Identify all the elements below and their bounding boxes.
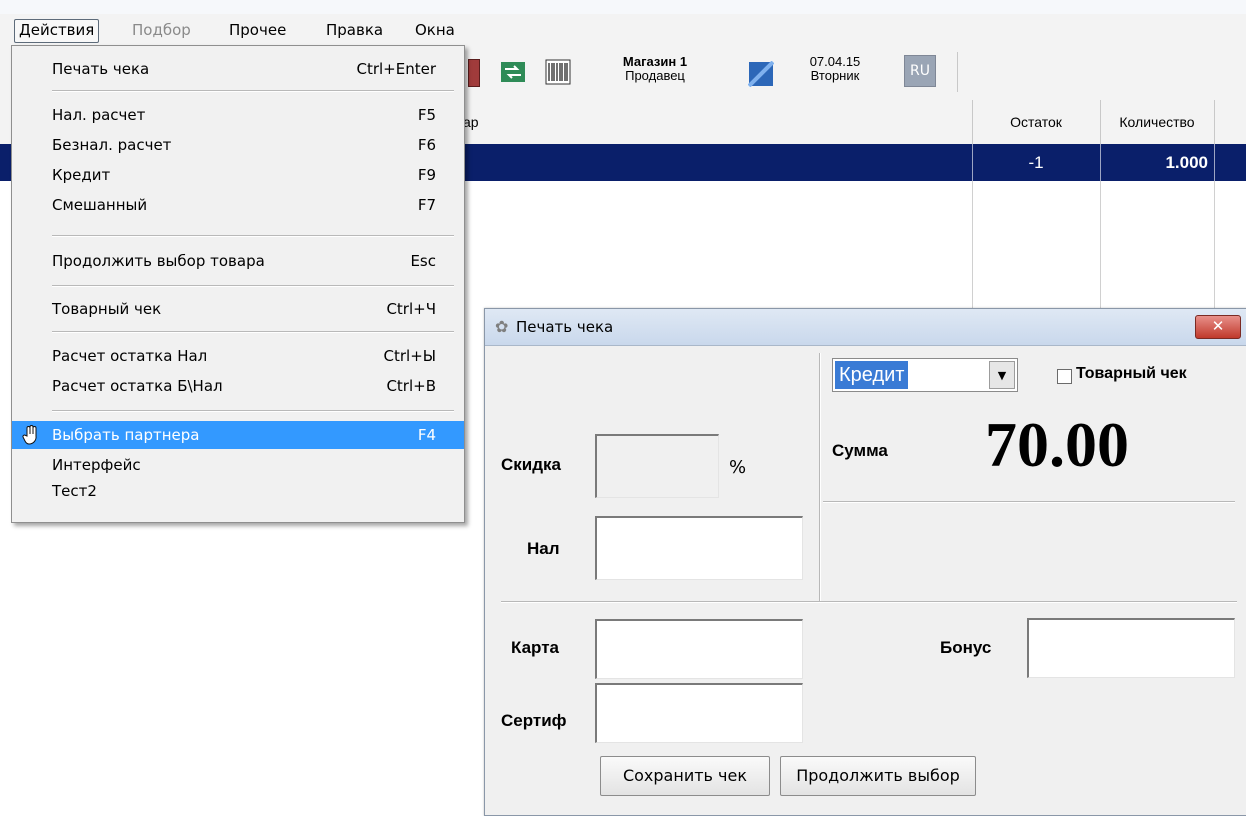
menu-item-label: Кредит [52, 166, 111, 184]
grid-line [1100, 181, 1101, 311]
discount-field[interactable] [595, 434, 719, 498]
menu-item-mixed[interactable]: Смешанный F7 [12, 191, 464, 219]
menu-item-interface[interactable]: Интерфейс [12, 451, 464, 479]
cash-label: Нал [527, 539, 560, 558]
toolbar-divider [957, 52, 958, 92]
menu-item-label: Печать чека [52, 60, 150, 78]
user-role: Продавец [625, 68, 685, 83]
menu-item-label: Интерфейс [52, 456, 141, 474]
barcode-icon[interactable] [545, 59, 571, 85]
report-icon[interactable] [468, 59, 480, 87]
menu-separator [52, 285, 454, 287]
menu-item-test2[interactable]: Тест2 [12, 477, 464, 505]
menu-item-credit[interactable]: Кредит F9 [12, 161, 464, 189]
hand-cursor-icon [20, 424, 42, 446]
save-receipt-button[interactable]: Сохранить чек [600, 756, 770, 796]
sum-value: 70.00 [985, 409, 1129, 480]
column-quantity[interactable]: Количество [1100, 100, 1215, 144]
menu-item-shortcut: Ctrl+Ы [383, 347, 437, 365]
menu-item-shortcut: F7 [417, 196, 436, 214]
sum-label: Сумма [832, 441, 888, 460]
menu-item-shortcut: Esc [410, 252, 436, 270]
menu-item-shortcut: F9 [417, 166, 436, 184]
row-divider [972, 144, 973, 181]
print-receipt-dialog: ✿ Печать чека ✕ Кредит ▼ Товарный чек Су… [484, 308, 1246, 816]
menu-selection[interactable]: Подбор [132, 19, 191, 41]
payment-type-value: Кредит [835, 361, 909, 389]
language-badge[interactable]: RU [904, 55, 936, 87]
receipt-checkbox-label: Товарный чек [1076, 365, 1187, 382]
menu-item-cashless-payment[interactable]: Безнал. расчет F6 [12, 131, 464, 159]
menu-item-label: Расчет остатка Нал [52, 347, 208, 365]
menu-windows[interactable]: Окна [415, 19, 455, 41]
receipt-checkbox[interactable] [1057, 369, 1072, 384]
bonus-field[interactable] [1027, 618, 1235, 678]
menu-item-label: Товарный чек [52, 300, 162, 318]
horizontal-separator [823, 501, 1235, 503]
row-divider [1214, 144, 1215, 181]
menu-item-shortcut: Ctrl+Ч [386, 300, 436, 318]
current-weekday: Вторник [810, 68, 860, 83]
discount-label: Скидка [501, 455, 561, 474]
menu-item-goods-receipt[interactable]: Товарный чек Ctrl+Ч [12, 295, 464, 323]
row-quantity: 1.000 [1165, 153, 1208, 172]
store-name: Магазин 1 [622, 54, 688, 69]
menu-item-shortcut: F4 [417, 426, 436, 444]
menu-item-select-partner[interactable]: Выбрать партнера F4 [12, 421, 464, 449]
menu-item-label: Тест2 [52, 482, 97, 500]
menu-item-print-receipt[interactable]: Печать чека Ctrl+Enter [12, 55, 464, 83]
bonus-label: Бонус [940, 638, 992, 657]
menu-item-label: Смешанный [52, 196, 148, 214]
screen-icon[interactable] [748, 61, 774, 87]
menu-separator [52, 410, 454, 412]
dialog-titlebar[interactable]: ✿ Печать чека ✕ [485, 309, 1246, 346]
current-date: 07.04.15 [809, 54, 861, 69]
column-stock[interactable]: Остаток [972, 100, 1101, 144]
menu-item-shortcut: F5 [417, 106, 436, 124]
menu-edit[interactable]: Правка [326, 19, 383, 41]
cash-field[interactable] [595, 516, 803, 580]
row-stock: -1 [1028, 153, 1044, 172]
card-label: Карта [511, 638, 559, 657]
menu-separator [52, 235, 454, 237]
dialog-title: Печать чека [516, 318, 614, 336]
close-button[interactable]: ✕ [1195, 315, 1241, 339]
horizontal-separator [501, 601, 1237, 603]
percent-sign: % [729, 457, 747, 478]
menu-other[interactable]: Прочее [229, 19, 286, 41]
payment-type-select[interactable]: Кредит ▼ [832, 358, 1018, 392]
window-top-strip [0, 0, 1246, 15]
menu-separator [52, 90, 454, 92]
certificate-field[interactable] [595, 683, 803, 743]
menu-actions[interactable]: Действия [14, 19, 100, 43]
card-field[interactable] [595, 619, 803, 679]
dialog-app-icon: ✿ [495, 317, 509, 336]
continue-selection-button[interactable]: Продолжить выбор [780, 756, 976, 796]
column-product-label: ар [463, 114, 479, 130]
exchange-icon[interactable] [500, 59, 526, 85]
menu-item-shortcut: Ctrl+Enter [356, 60, 436, 78]
grid-line [972, 181, 973, 311]
actions-dropdown-menu: Печать чека Ctrl+Enter Нал. расчет F5 Бе… [11, 45, 465, 523]
menu-item-label: Продолжить выбор товара [52, 252, 265, 270]
vertical-separator [819, 353, 821, 601]
menu-separator [52, 331, 454, 333]
menu-item-cash-balance[interactable]: Расчет остатка Нал Ctrl+Ы [12, 342, 464, 370]
menu-item-shortcut: F6 [417, 136, 436, 154]
menu-item-label: Безнал. расчет [52, 136, 172, 154]
menu-item-cashless-balance[interactable]: Расчет остатка Б\Нал Ctrl+В [12, 372, 464, 400]
certificate-label: Сертиф [501, 711, 567, 730]
menu-item-cash-payment[interactable]: Нал. расчет F5 [12, 101, 464, 129]
menu-item-label: Выбрать партнера [52, 426, 200, 444]
row-divider [1100, 144, 1101, 181]
menu-item-label: Расчет остатка Б\Нал [52, 377, 223, 395]
grid-line [1214, 181, 1215, 311]
chevron-down-icon[interactable]: ▼ [989, 361, 1015, 389]
menu-item-continue-selection[interactable]: Продолжить выбор товара Esc [12, 247, 464, 275]
menu-item-shortcut: Ctrl+В [386, 377, 436, 395]
menu-item-label: Нал. расчет [52, 106, 146, 124]
